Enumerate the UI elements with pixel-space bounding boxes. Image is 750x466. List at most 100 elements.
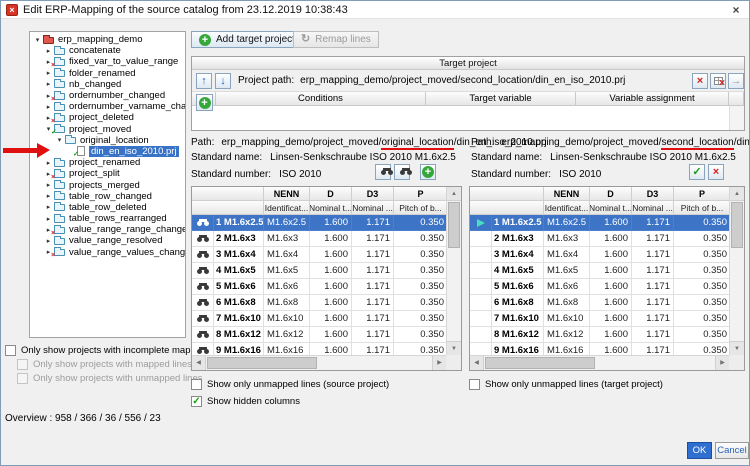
column-header[interactable]: P xyxy=(394,187,446,201)
column-header[interactable]: D3 xyxy=(632,187,674,201)
close-button[interactable]: × xyxy=(728,3,744,17)
tree-down-arrow-icon[interactable]: ▾ xyxy=(33,36,42,44)
tree-right-arrow-icon[interactable]: ▸ xyxy=(44,181,53,189)
tree-item-label[interactable]: fixed_var_to_value_range xyxy=(67,56,180,67)
source-unmapped-checkbox[interactable]: Show only unmapped lines (source project… xyxy=(191,379,389,390)
table-row[interactable]: 1 M1.6x2.5M1.6x2.51.6001.1710.350 xyxy=(192,215,446,231)
tree-item-label[interactable]: project_moved xyxy=(67,124,133,135)
tree-item-label[interactable]: table_row_deleted xyxy=(67,202,149,213)
table-row[interactable]: 3 M1.6x4M1.6x41.6001.1710.350 xyxy=(470,247,729,263)
tree-item[interactable]: ▸table_rows_rearranged xyxy=(30,213,185,224)
tree-item[interactable]: ▸×project_deleted xyxy=(30,112,185,123)
column-subheader[interactable]: Identificat... xyxy=(544,201,590,215)
tree-item-label[interactable]: din_en_iso_2010.prj xyxy=(89,146,179,157)
scroll-up-icon[interactable]: ▲ xyxy=(730,187,744,201)
column-header[interactable]: D xyxy=(310,187,352,201)
scroll-up-icon[interactable]: ▲ xyxy=(447,187,461,201)
table-row[interactable]: 1 M1.6x2.5M1.6x2.51.6001.1710.350 xyxy=(470,215,729,231)
tree-right-arrow-icon[interactable]: ▸ xyxy=(44,103,53,111)
tree-item[interactable]: ▸×value_range_values_changed xyxy=(30,247,185,258)
conditions-list[interactable] xyxy=(192,106,729,130)
tree-right-arrow-icon[interactable]: ▸ xyxy=(44,80,53,88)
table-row[interactable]: 5 M1.6x6M1.6x61.6001.1710.350 xyxy=(192,279,446,295)
tree-item[interactable]: ▾ erp_mapping_demo xyxy=(30,34,185,45)
column-subheader[interactable]: Nominal ... xyxy=(632,201,674,215)
tree-item[interactable]: ▸×fixed_var_to_value_range xyxy=(30,56,185,67)
tree-item[interactable]: ▸ projects_merged xyxy=(30,179,185,190)
tree-item-label[interactable]: project_renamed xyxy=(67,157,142,168)
tree-right-arrow-icon[interactable]: ▸ xyxy=(44,69,53,77)
tree-item-label[interactable]: concatenate xyxy=(67,45,123,56)
table-row[interactable]: 8 M1.6x12M1.6x121.6001.1710.350 xyxy=(192,327,446,343)
find-next-line-button[interactable] xyxy=(394,164,410,180)
add-line-mapping-button[interactable]: + xyxy=(420,164,436,180)
move-down-button[interactable]: ↓ xyxy=(215,73,231,89)
tree-right-arrow-icon[interactable]: ▸ xyxy=(44,192,53,200)
scrollbar-thumb[interactable] xyxy=(448,202,460,248)
tree-item[interactable]: ▸×project_split xyxy=(30,168,185,179)
column-header-conditions[interactable]: Conditions xyxy=(216,92,426,106)
table-row[interactable]: 2 M1.6x3M1.6x31.6001.1710.350 xyxy=(192,231,446,247)
tree-item-label[interactable]: original_location xyxy=(78,135,151,146)
tree-item[interactable]: ▸concatenate xyxy=(30,45,185,56)
horizontal-scrollbar[interactable]: ◀▶ xyxy=(470,355,729,370)
scrollbar-thumb[interactable] xyxy=(207,357,317,369)
table-row[interactable]: 6 M1.6x8M1.6x81.6001.1710.350 xyxy=(470,295,729,311)
tree-item-label[interactable]: erp_mapping_demo xyxy=(56,34,145,45)
tree-item[interactable]: ▸project_renamed xyxy=(30,157,185,168)
accept-mapping-button[interactable]: ✓ xyxy=(689,164,705,180)
tree-item-label[interactable]: ordernumber_varname_changed xyxy=(67,101,186,112)
tree-item[interactable]: ▸ folder_renamed xyxy=(30,68,185,79)
tree-item-label[interactable]: value_range_resolved xyxy=(67,235,164,246)
table-row[interactable]: 7 M1.6x10M1.6x101.6001.1710.350 xyxy=(470,311,729,327)
scroll-right-icon[interactable]: ▶ xyxy=(715,356,729,370)
project-tree[interactable]: ▾erp_mapping_demo▸concatenate▸×fixed_var… xyxy=(29,31,186,338)
scroll-left-icon[interactable]: ◀ xyxy=(470,356,484,370)
scroll-left-icon[interactable]: ◀ xyxy=(192,356,206,370)
scroll-down-icon[interactable]: ▼ xyxy=(730,341,744,355)
column-subheader[interactable]: Nominal t... xyxy=(310,201,352,215)
table-row[interactable]: 9 M1.6x16M1.6x161.6001.1710.350 xyxy=(192,343,446,355)
add-target-project-button[interactable]: + Add target project xyxy=(191,31,303,48)
tree-right-arrow-icon[interactable]: ▸ xyxy=(44,215,53,223)
ok-button[interactable]: OK xyxy=(687,442,712,459)
table-row[interactable]: 9 M1.6x16M1.6x161.6001.1710.350 xyxy=(470,343,729,355)
cancel-button[interactable]: Cancel xyxy=(715,442,749,459)
tree-item[interactable]: ▸nb_changed xyxy=(30,79,185,90)
table-row[interactable]: 2 M1.6x3M1.6x31.6001.1710.350 xyxy=(470,231,729,247)
tree-item-label[interactable]: folder_renamed xyxy=(67,68,138,79)
column-header[interactable]: P xyxy=(674,187,729,201)
tree-item-label[interactable]: projects_merged xyxy=(67,180,142,191)
table-row[interactable]: 6 M1.6x8M1.6x81.6001.1710.350 xyxy=(192,295,446,311)
table-row[interactable]: 5 M1.6x6M1.6x61.6001.1710.350 xyxy=(470,279,729,295)
find-line-button[interactable] xyxy=(375,164,391,180)
tree-item[interactable]: ▸ ordernumber_varname_changed xyxy=(30,101,185,112)
tree-item-label[interactable]: value_range_range_changed xyxy=(67,224,186,235)
tree-item[interactable]: ▸value_range_resolved xyxy=(30,235,185,246)
tree-item-label[interactable]: table_row_changed xyxy=(67,191,154,202)
delete-mapping-lines-button[interactable]: × xyxy=(710,73,726,89)
column-subheader[interactable]: Pitch of b... xyxy=(394,201,446,215)
reject-mapping-button[interactable]: × xyxy=(708,164,724,180)
column-header[interactable]: NENN xyxy=(544,187,590,201)
column-subheader[interactable]: Identificat... xyxy=(264,201,310,215)
tree-item-label[interactable]: value_range_values_changed xyxy=(67,247,186,258)
column-header-target-variable[interactable]: Target variable xyxy=(426,92,576,106)
column-subheader[interactable]: Nominal t... xyxy=(590,201,632,215)
tree-down-arrow-icon[interactable]: ▾ xyxy=(55,136,64,144)
vertical-scrollbar[interactable]: ▲▼ xyxy=(729,187,744,355)
tree-item[interactable]: ▾✓project_moved xyxy=(30,124,185,135)
hidden-columns-checkbox[interactable]: ✓ Show hidden columns xyxy=(191,396,300,407)
column-header[interactable]: NENN xyxy=(264,187,310,201)
tree-item[interactable]: ▾ original_location xyxy=(30,135,185,146)
column-header[interactable]: D3 xyxy=(352,187,394,201)
move-up-button[interactable]: ↑ xyxy=(196,73,212,89)
scroll-right-icon[interactable]: ▶ xyxy=(432,356,446,370)
tree-item-label[interactable]: ordernumber_changed xyxy=(67,90,167,101)
tree-item[interactable]: ▸ table_row_changed xyxy=(30,191,185,202)
tree-item[interactable]: ▸×value_range_range_changed xyxy=(30,224,185,235)
table-row[interactable]: 4 M1.6x5M1.6x51.6001.1710.350 xyxy=(470,263,729,279)
tree-item[interactable]: ▸×ordernumber_changed xyxy=(30,90,185,101)
target-unmapped-checkbox[interactable]: Show only unmapped lines (target project… xyxy=(469,379,663,390)
table-row[interactable]: 4 M1.6x5M1.6x51.6001.1710.350 xyxy=(192,263,446,279)
